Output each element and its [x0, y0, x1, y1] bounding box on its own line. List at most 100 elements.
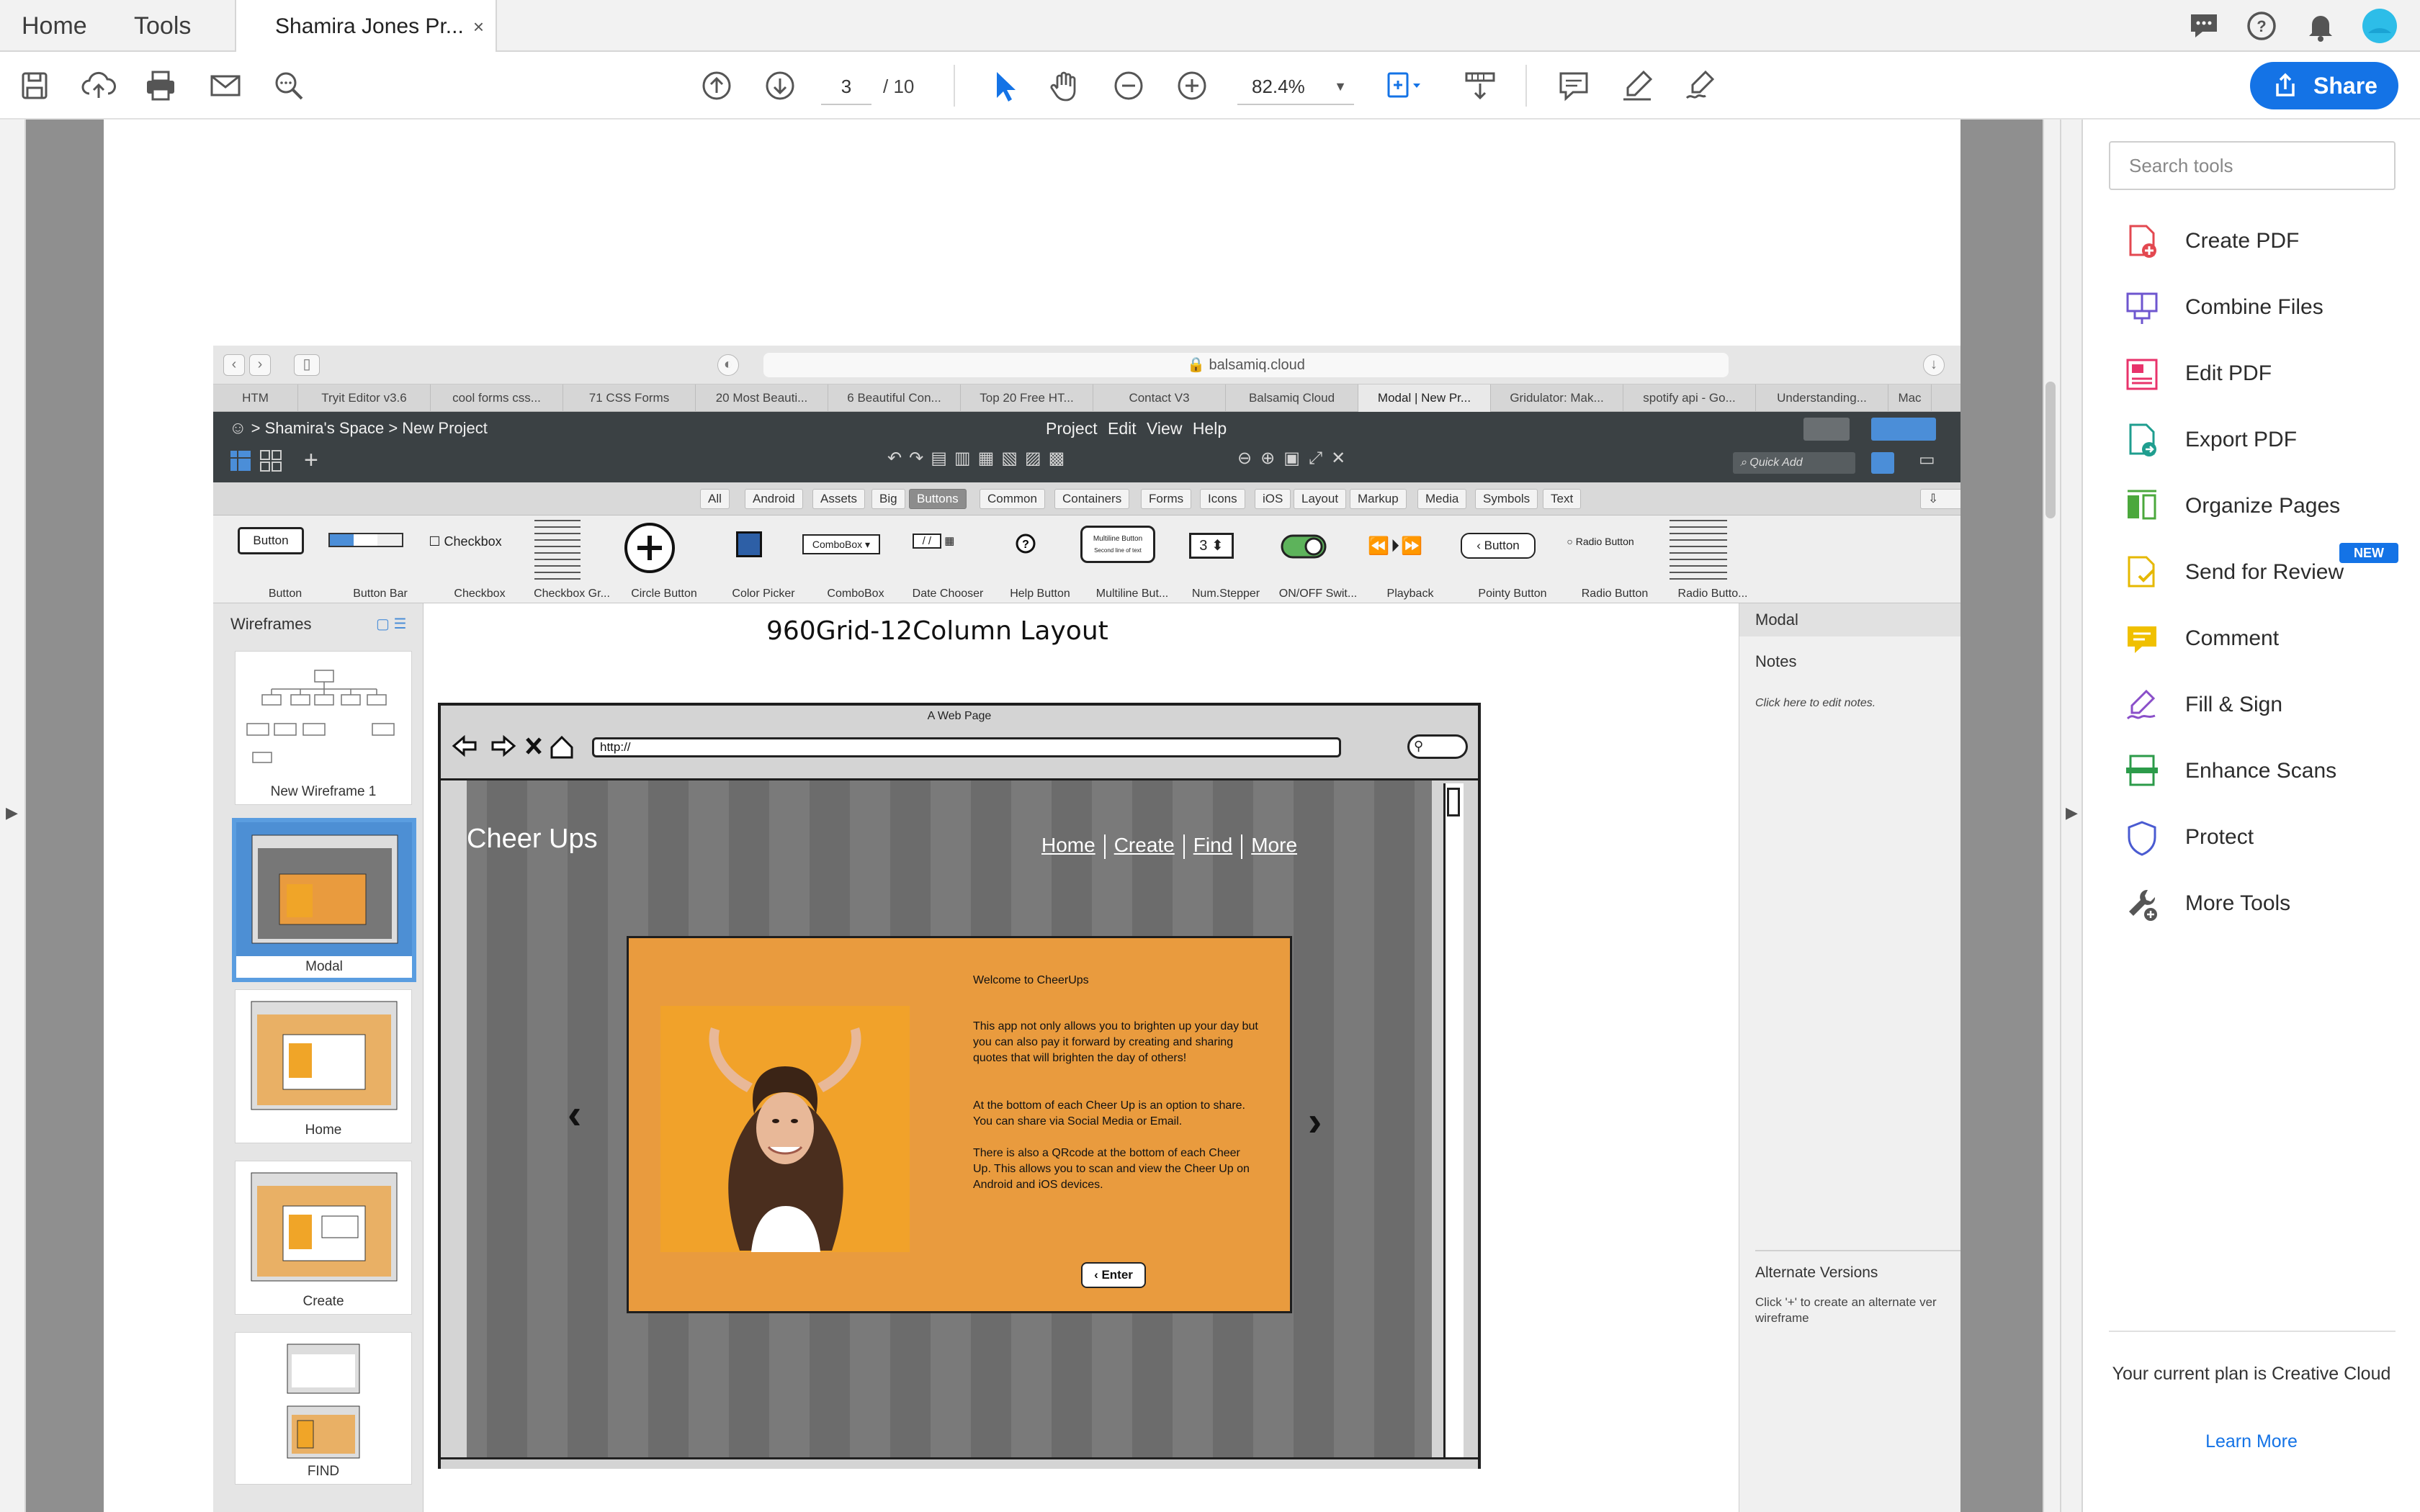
- tool-enhance-scans[interactable]: Enhance Scans: [2123, 747, 2397, 795]
- home-tab[interactable]: Home: [22, 0, 87, 52]
- inspector-panel: Modal Notes Click here to edit notes. Al…: [1739, 603, 1960, 1512]
- zoom-in-icon[interactable]: [1173, 66, 1211, 105]
- profile-avatar[interactable]: [2361, 7, 2398, 45]
- breadcrumb-text: > Shamira's Space > New Project: [251, 419, 488, 437]
- sitemap-thumb: [246, 670, 395, 763]
- expand-left-icon[interactable]: ▶: [6, 804, 18, 822]
- lib-circle-button: Circle Button: [614, 516, 697, 603]
- find-thumb: [287, 1344, 360, 1459]
- fill-sign-icon: [2126, 689, 2156, 720]
- search-text-icon[interactable]: [269, 66, 308, 105]
- zoom-level-select[interactable]: 82.4% ▼: [1237, 68, 1354, 105]
- tool-label: Enhance Scans: [2185, 759, 2337, 783]
- sign-icon[interactable]: [1681, 66, 1720, 105]
- tool-export-pdf[interactable]: Export PDF: [2123, 416, 2397, 464]
- print-icon[interactable]: [141, 66, 180, 105]
- wireframes-panel: Wireframes ▢ ☰ New Wireframe 1 Modal Hom…: [213, 603, 424, 1512]
- browser-tab: Understanding...: [1756, 384, 1888, 412]
- email-icon[interactable]: [206, 66, 245, 105]
- tool-protect[interactable]: Protect: [2123, 814, 2397, 861]
- lib-date-chooser: / / ▦ Date Chooser: [897, 516, 983, 603]
- lib-playback: ⏪⏵⏩ Playback: [1360, 516, 1433, 603]
- lib-stepper-preview: 3 ⬍: [1189, 533, 1234, 559]
- share-button[interactable]: Share: [2250, 62, 2398, 109]
- browser-tab: 6 Beautiful Con...: [828, 384, 961, 412]
- browser-mockup: A Web Page http:// ⚲ Cheer Ups Home Creat…: [438, 703, 1481, 1469]
- upload-cloud-icon[interactable]: [79, 66, 118, 105]
- lib-radio-group-preview: [1670, 520, 1727, 583]
- filter-markup: Markup: [1350, 489, 1407, 509]
- scroll-mode-icon[interactable]: [1461, 66, 1500, 105]
- search-icon: ⌕: [1740, 456, 1750, 469]
- embedded-screenshot: ‹ › ▯ ◐ 🔒 balsamiq.cloud ↓ HTM Tryit Edi…: [213, 346, 1960, 1512]
- tool-comment[interactable]: Comment: [2123, 615, 2397, 662]
- tool-fill-sign[interactable]: Fill & Sign: [2123, 681, 2397, 729]
- page-total: / 10: [883, 76, 915, 97]
- browser-titlebar: ‹ › ▯ ◐ 🔒 balsamiq.cloud ↓: [213, 346, 1960, 384]
- document-tab[interactable]: Shamira Jones Pr... ×: [235, 0, 497, 53]
- chevron-down-icon: ▼: [1334, 79, 1347, 94]
- document-scroll-thumb[interactable]: [2045, 382, 2056, 518]
- plus-circle-icon: [623, 521, 676, 575]
- save-icon[interactable]: [16, 66, 55, 105]
- library-filter-bar: All Android Assets Big Buttons Common Co…: [213, 482, 1960, 516]
- mockup-page-body: Cheer Ups Home Create Find More ‹ › Welc…: [467, 780, 1432, 1457]
- select-arrow-icon[interactable]: [984, 66, 1023, 105]
- mockup-status-bar: [441, 1457, 1478, 1469]
- comment-icon[interactable]: [1554, 66, 1593, 105]
- browser-tab: spotify api - Go...: [1623, 384, 1756, 412]
- close-tab-icon[interactable]: ×: [473, 0, 484, 53]
- wireframe-name: Create: [302, 1294, 344, 1309]
- filter-containers: Containers: [1054, 489, 1130, 509]
- wireframe-thumb-modal-selected: Modal: [232, 818, 416, 982]
- lib-checkbox-text: Checkbox: [444, 534, 502, 549]
- previous-page-icon[interactable]: [697, 66, 736, 105]
- notes-title: Notes: [1755, 652, 1797, 670]
- lib-radio-group: Radio Butto...: [1662, 516, 1747, 603]
- help-icon[interactable]: ?: [2243, 7, 2280, 45]
- modal-paragraph-1: This app not only allows you to brighten…: [973, 1020, 1258, 1064]
- app-tab-bar: Home Tools Shamira Jones Pr... × ?: [0, 0, 2420, 53]
- hand-tool-icon[interactable]: [1046, 66, 1085, 105]
- download-icon: ↓: [1923, 354, 1945, 376]
- lib-checkbox-preview: ☐ Checkbox: [429, 534, 502, 549]
- wireframe-thumb-create: Create: [235, 1161, 412, 1315]
- tool-more-tools[interactable]: More Tools: [2123, 880, 2397, 927]
- filter-assets: Assets: [812, 489, 866, 509]
- wireframe-thumb-home: Home: [235, 989, 412, 1143]
- tool-combine-files[interactable]: Combine Files: [2123, 284, 2397, 331]
- learn-more-link[interactable]: Learn More: [2083, 1431, 2420, 1452]
- bell-icon[interactable]: [2302, 7, 2339, 45]
- lib-num-stepper: 3 ⬍ Num.Stepper: [1175, 516, 1260, 603]
- browser-forward-icon: ›: [249, 354, 271, 376]
- next-page-icon[interactable]: [761, 66, 799, 105]
- filter-common: Common: [980, 489, 1045, 509]
- toolbar-divider: [954, 65, 955, 107]
- page-number-input[interactable]: 3: [821, 68, 871, 105]
- highlight-pen-icon[interactable]: [1618, 66, 1657, 105]
- tool-label: Edit PDF: [2185, 361, 2272, 385]
- tool-create-pdf[interactable]: Create PDF: [2123, 217, 2397, 265]
- properties-icon: [1871, 452, 1894, 474]
- tool-edit-pdf[interactable]: Edit PDF: [2123, 350, 2397, 397]
- toggle-switch-icon: [1281, 534, 1327, 559]
- modal-text: Welcome to CheerUps This app not only al…: [973, 973, 1261, 1209]
- lib-help-button: ? Help Button: [990, 516, 1070, 603]
- inspector-divider: [1755, 1250, 1960, 1251]
- lib-button-bar-preview: [328, 533, 403, 547]
- grid-column: [487, 780, 527, 1457]
- organize-pages-icon: [2128, 490, 2156, 520]
- tool-organize-pages[interactable]: Organize Pages: [2123, 482, 2397, 530]
- document-scrollbar[interactable]: [2043, 120, 2060, 1512]
- protect-icon: [2128, 821, 2156, 856]
- zoom-out-icon[interactable]: [1109, 66, 1148, 105]
- browser-tab: Top 20 Free HT...: [961, 384, 1093, 412]
- fit-page-icon[interactable]: [1381, 66, 1420, 105]
- tools-tab[interactable]: Tools: [134, 0, 191, 52]
- lib-multiline-button: Multiline Button Second line of text Mult…: [1080, 516, 1168, 603]
- chat-icon[interactable]: [2185, 7, 2223, 45]
- mockup-nav-icons: [451, 729, 581, 763]
- lib-checkbox-group-preview: [534, 520, 581, 583]
- collapse-right-icon[interactable]: ▶: [2066, 804, 2078, 822]
- search-tools-input[interactable]: Search tools: [2109, 141, 2396, 190]
